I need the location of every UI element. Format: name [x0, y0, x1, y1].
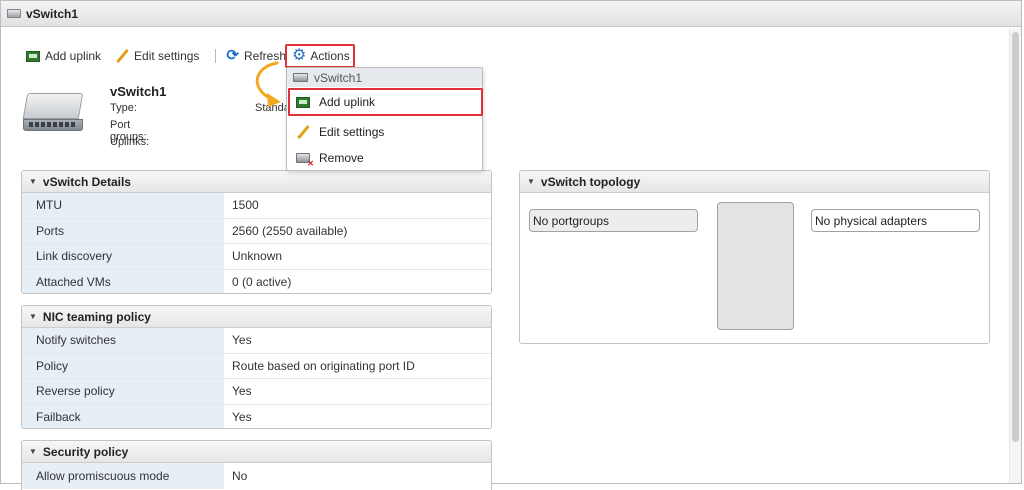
vswitch-topology-header[interactable]: ▼ vSwitch topology	[520, 171, 989, 193]
menu-header-label: vSwitch1	[314, 70, 363, 85]
nic-teaming-header[interactable]: ▼ NIC teaming policy	[22, 306, 491, 328]
row-key: Ports	[22, 218, 224, 243]
collapse-caret-icon: ▼	[527, 177, 535, 186]
vswitch-icon	[293, 73, 308, 82]
uplinks-label: Uplinks:	[110, 136, 150, 148]
vswitch-topology-node	[717, 202, 794, 330]
row-value: 2560 (2550 available)	[232, 223, 348, 238]
row-key: Link discovery	[22, 244, 224, 269]
refresh-icon: ⟳	[226, 47, 239, 64]
table-row: Reverse policy Yes	[22, 379, 491, 405]
portgroups-box[interactable]: No portgroups	[529, 209, 698, 232]
nic-teaming-title: NIC teaming policy	[42, 309, 151, 324]
collapse-caret-icon: ▼	[29, 447, 37, 456]
row-key: Failback	[22, 404, 224, 428]
row-key: Attached VMs	[22, 269, 224, 293]
actions-label: Actions	[310, 49, 350, 63]
table-row: MTU 1500	[22, 193, 491, 219]
row-value: 0 (0 active)	[232, 275, 292, 290]
pencil-icon	[296, 125, 310, 139]
menu-item-remove[interactable]: Remove	[287, 145, 482, 171]
row-value: Yes	[232, 384, 252, 399]
row-key: Policy	[22, 353, 224, 378]
portgroups-text: No portgroups	[533, 213, 610, 228]
window-titlebar: vSwitch1	[1, 1, 1021, 27]
menu-header: vSwitch1	[287, 68, 482, 87]
vertical-scrollbar[interactable]	[1009, 28, 1021, 483]
vswitch-icon	[7, 9, 21, 18]
nic-teaming-panel: ▼ NIC teaming policy Notify switches Yes…	[21, 305, 492, 429]
physical-adapters-box[interactable]: No physical adapters	[811, 209, 980, 232]
row-key: Reverse policy	[22, 379, 224, 404]
security-policy-header[interactable]: ▼ Security policy	[22, 441, 491, 463]
scrollbar-thumb[interactable]	[1012, 32, 1019, 442]
type-label: Type:	[110, 102, 137, 114]
vswitch-topology-title: vSwitch topology	[540, 174, 641, 189]
actions-dropdown-menu: vSwitch1 Add uplink Edit settings Remove	[286, 67, 483, 171]
row-key: MTU	[22, 193, 224, 218]
row-key: Notify switches	[22, 328, 224, 353]
table-row: Policy Route based on originating port I…	[22, 353, 491, 379]
collapse-caret-icon: ▼	[29, 312, 37, 321]
edit-settings-button[interactable]: Edit settings	[115, 49, 205, 63]
remove-icon	[296, 153, 314, 168]
toolbar-separator	[215, 49, 217, 63]
row-value: Yes	[232, 410, 252, 425]
vswitch-window: vSwitch1 Add uplink Edit settings ⟳ Refr…	[0, 0, 1022, 490]
row-value: Yes	[232, 333, 252, 348]
menu-item-edit-settings[interactable]: Edit settings	[287, 119, 482, 145]
add-uplink-highlight	[288, 88, 483, 116]
row-value: Unknown	[232, 249, 283, 264]
security-policy-panel: ▼ Security policy Allow promiscuous mode…	[21, 440, 492, 490]
vswitch-name: vSwitch1	[110, 84, 167, 99]
row-value: 1500	[232, 198, 259, 213]
table-row: Attached VMs 0 (0 active)	[22, 269, 491, 293]
actions-button[interactable]: ⚙ Actions	[285, 44, 355, 68]
row-value: Route based on originating port ID	[232, 358, 415, 373]
table-row: Failback Yes	[22, 404, 491, 428]
row-value: No	[232, 468, 248, 483]
table-row: Notify switches Yes	[22, 328, 491, 354]
pencil-icon	[115, 49, 129, 63]
add-uplink-button[interactable]: Add uplink	[26, 49, 107, 63]
gear-icon: ⚙	[292, 47, 307, 64]
network-switch-icon	[21, 93, 85, 133]
edit-settings-label: Edit settings	[134, 49, 200, 63]
window-title: vSwitch1	[26, 6, 79, 21]
menu-item-label: Remove	[319, 151, 364, 165]
menu-item-label: Edit settings	[319, 125, 385, 139]
vswitch-details-panel: ▼ vSwitch Details MTU 1500 Ports 2560 (2…	[21, 170, 492, 294]
add-uplink-label: Add uplink	[45, 49, 102, 63]
security-policy-title: Security policy	[42, 444, 129, 459]
physical-adapters-text: No physical adapters	[815, 213, 928, 228]
row-key: Allow promiscuous mode	[22, 463, 224, 489]
collapse-caret-icon: ▼	[29, 177, 37, 186]
uplink-icon	[26, 50, 40, 62]
vswitch-details-title: vSwitch Details	[42, 174, 131, 189]
table-row: Link discovery Unknown	[22, 244, 491, 270]
table-row: Ports 2560 (2550 available)	[22, 218, 491, 244]
vswitch-details-header[interactable]: ▼ vSwitch Details	[22, 171, 491, 193]
table-row: Allow promiscuous mode No	[22, 463, 491, 489]
